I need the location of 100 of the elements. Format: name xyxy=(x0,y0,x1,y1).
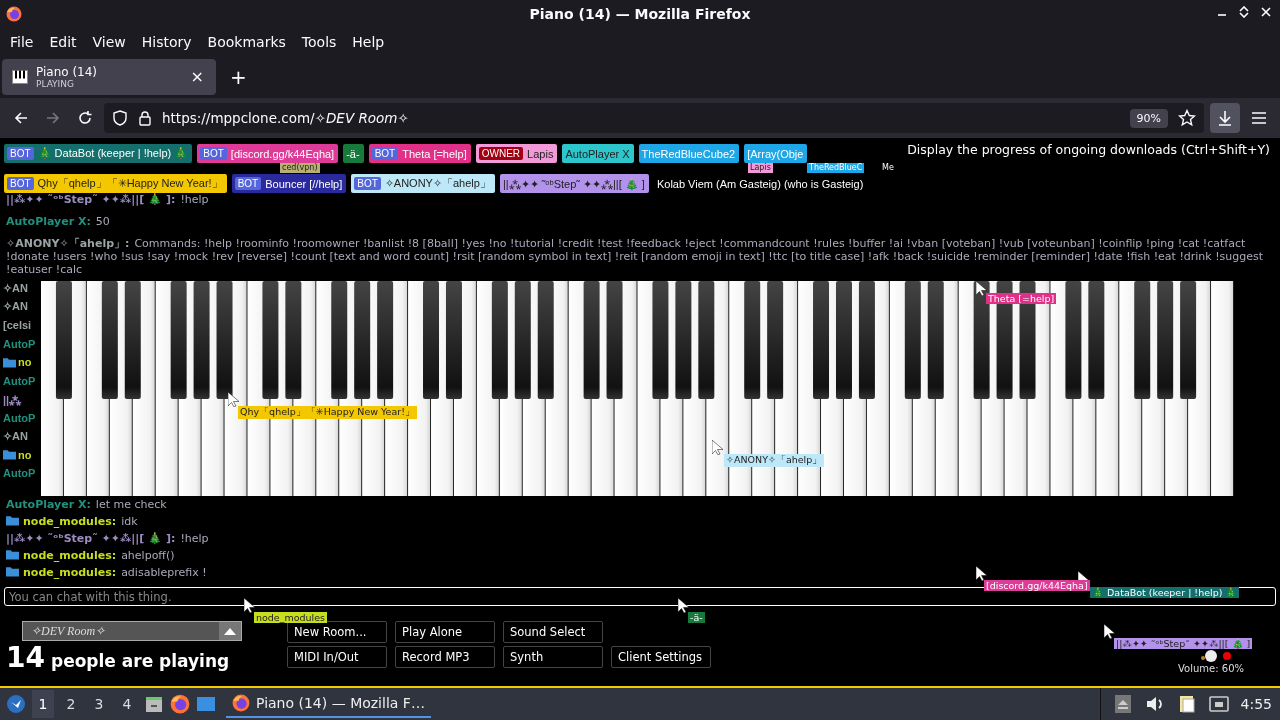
cursor-name-label: ||⁂✦✦ ˜ᵒᵇStep˜ ✦✦⁂||[ 🎄 ] xyxy=(1114,638,1253,649)
menu-button[interactable]: Synth xyxy=(503,646,603,668)
window-icon[interactable] xyxy=(196,694,216,714)
cursor-name-label: Me xyxy=(880,163,896,173)
workspace-button[interactable]: 1 xyxy=(32,690,54,718)
start-menu-icon[interactable] xyxy=(6,694,26,714)
user-tag[interactable]: OWNER Lapis xyxy=(475,144,558,163)
chat-message: ahelpoff() xyxy=(121,549,175,562)
user-tag[interactable]: BOT Qhy「qhelp」「✳Happy New Year!」 xyxy=(4,174,227,193)
lock-icon[interactable] xyxy=(138,110,152,126)
role-badge: BOT xyxy=(7,147,34,160)
cursor-name-label: -ä- xyxy=(688,612,705,623)
role-badge: BOT xyxy=(7,177,34,190)
speaker-icon[interactable] xyxy=(1144,694,1165,714)
chat-username: node_modules: xyxy=(23,566,117,579)
menu-button[interactable]: MIDI In/Out xyxy=(287,646,387,668)
browser-tab[interactable]: Piano (14) PLAYING × xyxy=(2,58,216,95)
role-badge: BOT xyxy=(200,147,227,160)
download-icon[interactable] xyxy=(1210,103,1240,133)
caret-icon xyxy=(224,627,236,635)
role-badge: BOT xyxy=(234,177,262,190)
menu-item[interactable]: View xyxy=(84,33,134,50)
menu-item[interactable]: Edit xyxy=(41,33,85,50)
network-icon[interactable] xyxy=(1208,694,1229,714)
maximize-icon[interactable] xyxy=(1238,6,1250,18)
menu-icon[interactable] xyxy=(1250,109,1268,127)
chat-username: [celsi xyxy=(3,319,32,332)
user-tag[interactable]: BOT [discord.gg/k44Eqha] xyxy=(197,144,339,163)
menu-button[interactable]: Client Settings xyxy=(611,646,711,668)
cursor-name-label: ✧ANONY✧「ahelp」 xyxy=(724,454,825,467)
workspace-button[interactable]: 2 xyxy=(60,690,82,718)
cursor-name-label: TheRedBlueC xyxy=(807,163,865,173)
menu-button[interactable]: Record MP3 xyxy=(395,646,495,668)
user-tag[interactable]: BOT Bouncer [//help] xyxy=(231,174,347,193)
file-cabinet-icon[interactable] xyxy=(144,694,164,714)
firefox-icon xyxy=(232,694,250,712)
chat-username: no xyxy=(18,356,32,369)
folder-icon xyxy=(3,356,16,368)
chat-username: node_modules: xyxy=(23,515,117,528)
user-tag[interactable]: -ä- xyxy=(343,144,364,163)
cursor-name-label: node_modules xyxy=(254,612,327,623)
folder-icon xyxy=(3,449,16,461)
folder-icon xyxy=(6,515,19,526)
chat-username: AutoP xyxy=(3,411,36,424)
zoom-button[interactable]: 90% xyxy=(1129,108,1168,128)
cursor-icon xyxy=(244,598,255,613)
role-badge: BOT xyxy=(354,177,381,190)
star-icon[interactable] xyxy=(1178,109,1196,127)
tab-title: Piano (14) xyxy=(36,64,99,79)
menu-button[interactable]: Play Alone xyxy=(395,621,495,643)
taskbar-window-button[interactable]: Piano (14) — Mozilla F… xyxy=(226,690,431,718)
chat-message: ✧ANONY✧「ahelp」: Commands: !help !roominfo !roomowner !banlist !8 [8ball] !yes !no !tutorial !credit !test !feedback !eject !commandcount !rules !buffer !ai !vban [voteban] !vub [voteunban] !coinflip !ping !cat !catfact !donate !users !who !sus !say !mock !rev [reverse] !count [text and word count] !rsit [random symbol in text] !reit [random emoji in text] !ttc [to title case] !afk !back !suicide !reminder [reminder] !date !fish !eat !drink !suggest !eatuser !calc xyxy=(6,237,1265,276)
user-tag[interactable]: BOT ✧ANONY✧「ahelp」 xyxy=(351,174,495,193)
role-badge: OWNER xyxy=(478,147,524,160)
user-tag[interactable]: ||⁂✦✦ ˜ᵒᵇStep˜ ✦✦⁂||[ 🎄 ] xyxy=(499,174,649,193)
tab-status: PLAYING xyxy=(36,78,75,89)
menu-item[interactable]: Help xyxy=(344,33,393,50)
shield-icon[interactable] xyxy=(112,110,128,126)
user-tag[interactable]: AutoPlayer X xyxy=(562,144,634,163)
menu-item[interactable]: Bookmarks xyxy=(199,33,294,50)
new-tab-button[interactable]: + xyxy=(228,64,249,89)
user-tag[interactable]: BOT Theta [=help] xyxy=(368,144,471,163)
address-bar[interactable]: https://mppclone.com/✧DEV Room✧ 90% xyxy=(104,103,1204,133)
eject-icon[interactable] xyxy=(1112,694,1133,714)
player-count-label: people are playing xyxy=(50,651,230,671)
room-dropdown[interactable]: ✧DEV Room✧ xyxy=(22,621,242,641)
cursor-name-label: Qhy「qhelp」「✳Happy New Year!」 xyxy=(238,406,417,419)
cursor-name-label: ced(vpn) xyxy=(280,163,320,173)
reload-icon[interactable] xyxy=(76,109,94,127)
menu-item[interactable]: Tools xyxy=(293,33,345,50)
role-badge: BOT xyxy=(371,147,399,160)
window-title: Piano (14) — Mozilla Firefox xyxy=(529,6,751,22)
cursor-icon xyxy=(976,281,987,296)
piano-icon xyxy=(12,69,28,84)
chat-message: AutoPlayer X: let me check xyxy=(6,498,168,511)
cursor-name-label: 🎄 DataBot (keeper | !help) 🎄 xyxy=(1090,587,1240,598)
menu-item[interactable]: File xyxy=(2,33,42,50)
user-tag[interactable]: BOT 🎄 DataBot (keeper | !help) 🎄 xyxy=(4,144,193,163)
menu-item[interactable]: History xyxy=(133,33,200,50)
chat-username: ✧AN xyxy=(3,281,28,295)
menu-button[interactable]: New Room... xyxy=(287,621,387,643)
cursor-icon xyxy=(1104,624,1115,639)
volume-reading: Volume: 60% xyxy=(1178,663,1244,674)
piano-keyboard-drawing[interactable] xyxy=(41,281,1234,496)
cursor-icon xyxy=(976,566,987,581)
chat-username: AutoP xyxy=(3,374,36,387)
chat-username: node_modules: xyxy=(23,549,117,562)
close-icon[interactable] xyxy=(1260,6,1272,18)
chat-message: idk xyxy=(121,515,138,528)
folder-icon xyxy=(6,549,19,560)
chat-username: no xyxy=(18,448,32,461)
workspace-button[interactable]: 3 xyxy=(88,690,110,718)
menu-button[interactable]: Sound Select xyxy=(503,621,603,643)
player-count: 14 xyxy=(6,641,45,674)
chat-username: ✧AN xyxy=(3,300,28,314)
workspace-button[interactable]: 4 xyxy=(116,690,138,718)
clock: 4:55 xyxy=(1240,696,1272,712)
firefox-icon xyxy=(6,6,22,22)
chat-message: adisableprefix ! xyxy=(121,566,207,579)
tab-close-button[interactable]: × xyxy=(188,67,206,86)
